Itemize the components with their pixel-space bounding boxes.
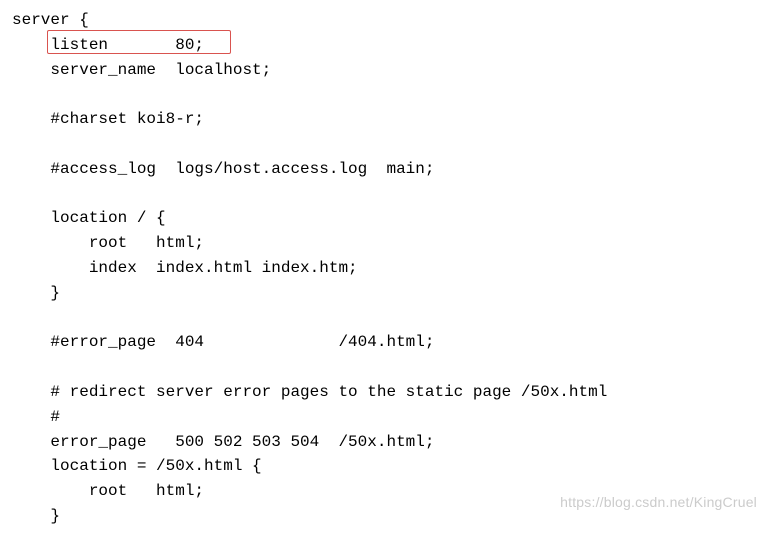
- nginx-config-code: server { listen 80; server_name localhos…: [0, 0, 769, 537]
- watermark-text: https://blog.csdn.net/KingCruel: [560, 492, 757, 514]
